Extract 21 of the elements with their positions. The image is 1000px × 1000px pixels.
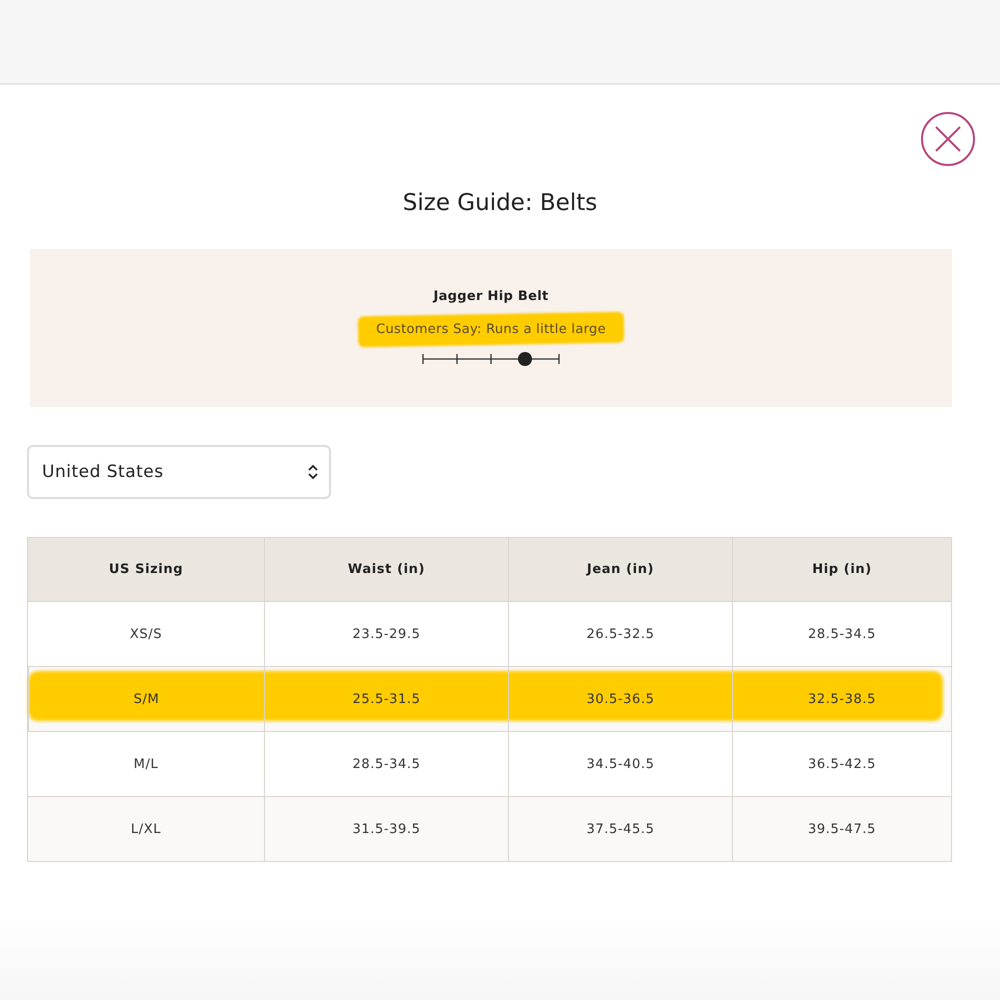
table-cell-text: M/L — [132, 756, 160, 774]
table-cell-text: XS/S — [128, 626, 164, 644]
column-header: Jean (in) — [508, 538, 732, 601]
table-cell: 37.5-45.5 — [508, 797, 732, 861]
table-cell: 32.5-38.5 — [732, 667, 951, 731]
fit-summary: Customers Say: Runs a little large — [376, 322, 606, 337]
country-select[interactable]: United States — [27, 445, 331, 499]
table-cell: 31.5-39.5 — [264, 797, 508, 861]
close-icon — [935, 126, 961, 152]
dialog-title: Size Guide: Belts — [402, 189, 598, 218]
close-button[interactable] — [921, 112, 975, 166]
column-header: Waist (in) — [264, 538, 508, 601]
table-cell: 39.5-47.5 — [732, 797, 951, 861]
product-name: Jagger Hip Belt — [433, 289, 549, 304]
table-cell: 30.5-36.5 — [508, 667, 732, 731]
column-header: US Sizing — [108, 561, 184, 579]
table-cell-text: L/XL — [130, 820, 162, 838]
chevron-icon — [307, 464, 319, 480]
table-cell: 25.5-31.5 — [264, 667, 508, 731]
column-header: Hip (in) — [732, 538, 951, 601]
table-cell: S/M — [28, 667, 264, 731]
